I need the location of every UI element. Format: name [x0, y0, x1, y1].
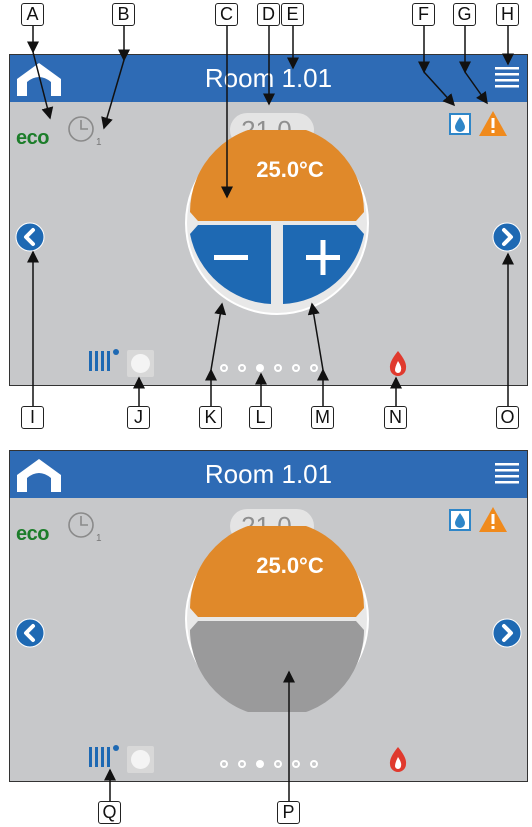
callout-leader-lines [27, 26, 514, 801]
